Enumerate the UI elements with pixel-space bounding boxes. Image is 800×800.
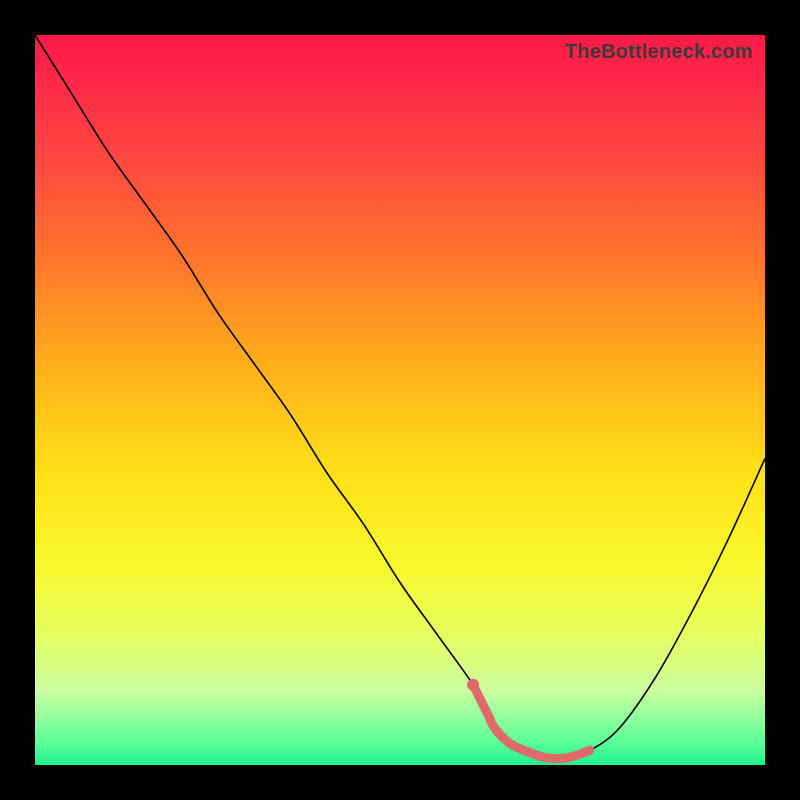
plot-area: TheBottleneck.com xyxy=(35,35,765,765)
highlight-segment xyxy=(473,685,590,759)
chart-stage: TheBottleneck.com xyxy=(0,0,800,800)
highlight-dot xyxy=(467,679,479,691)
bottleneck-curve xyxy=(35,35,765,765)
curve-path xyxy=(35,35,765,759)
